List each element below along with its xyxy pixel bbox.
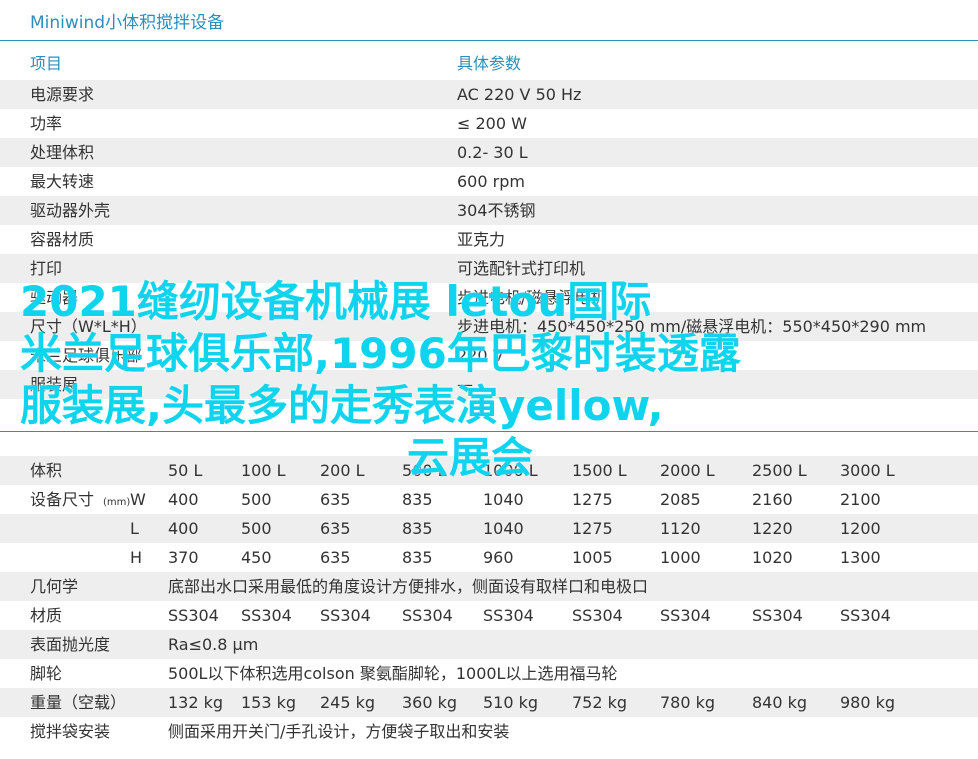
table-row: 处理体积 0.2- 30 L [0,138,978,167]
spec-value: ≤ 200 W [457,114,527,133]
value-cell: 1020 [752,548,793,567]
value-cell: 835 [402,519,433,538]
spec-value: 0.2- 30 L [457,143,528,162]
value-cell: SS304 [752,606,803,625]
row-label: 几何学 [30,577,79,596]
header-cell-item: 项目 [30,54,63,73]
table-row: 表面抛光度 Ra≤0.8 µm [0,630,978,659]
table-row: L 400 500 635 835 1040 1275 1120 1220 1200 [0,514,978,543]
table-row: 容器材质 亚克力 [0,225,978,254]
value-cell: SS304 [241,606,292,625]
row-label: 表面抛光度 [30,635,111,654]
value-cell: 1040 [483,490,524,509]
value-cell: 835 [402,490,433,509]
value-cell: SS304 [660,606,711,625]
table-row: 设备尺寸 (mm) W 400 500 635 835 1040 1275 2085 2160 210… [0,485,978,514]
overlay-line: 云展会 [406,433,533,482]
value-cell: 1000 [660,548,701,567]
overlay-line: 服装展,头最多的走秀表演yellow, [20,381,664,430]
value-cell: 635 [320,519,351,538]
value-cell: SS304 [168,606,219,625]
spec-value: 304不锈钢 [457,201,536,220]
title-divider [0,40,978,41]
table-row: 材质 SS304 SS304 SS304 SS304 SS304 SS304 SS304 SS3… [0,601,978,630]
value-cell: 400 [168,519,199,538]
value-cell: SS304 [572,606,623,625]
value-cell: 1220 [752,519,793,538]
value-cell: SS304 [840,606,891,625]
value-cell: 835 [402,548,433,567]
dimension-label: H [130,548,143,567]
overlay-banner: 2021缝纫设备机械展 letou国际 米兰足球俱乐部,1996年巴黎时装透露 … [20,276,880,484]
value-cell: 400 [168,490,199,509]
value-cell: 360 kg [402,693,458,712]
value-cell: 245 kg [320,693,376,712]
row-label: 设备尺寸 [30,490,95,509]
value-cell: 1300 [840,548,881,567]
value-cell: 2085 [660,490,701,509]
value-cell: SS304 [402,606,453,625]
value-cell: 752 kg [572,693,628,712]
table-row: 功率 ≤ 200 W [0,109,978,138]
table-row: 搅拌袋安装 侧面采用开关门/手孔设计，方便袋子取出和安装 [0,717,978,746]
spec-value: AC 220 V 50 Hz [457,85,582,104]
value-cell: 1040 [483,519,524,538]
row-text: 侧面采用开关门/手孔设计，方便袋子取出和安装 [168,722,510,741]
row-label: 搅拌袋安装 [30,722,111,741]
value-cell: SS304 [320,606,371,625]
value-cell: 1275 [572,490,613,509]
table-row: 脚轮 500L以下体积选用colson 聚氨酯脚轮，1000L以上选用福马轮 [0,659,978,688]
spec-value: 600 rpm [457,172,525,191]
value-cell: 2160 [752,490,793,509]
value-cell: 1275 [572,519,613,538]
spec-label: 容器材质 [30,230,95,249]
value-cell: 153 kg [241,693,297,712]
table-row: 最大转速 600 rpm [0,167,978,196]
value-cell: 500 [241,490,272,509]
value-cell: 960 [483,548,514,567]
table-row: 电源要求 AC 220 V 50 Hz [0,80,978,109]
table-row: H 370 450 635 835 960 1005 1000 1020 1300 [0,543,978,572]
value-cell: 450 [241,548,272,567]
row-text: 底部出水口采用最低的角度设计方便排水，侧面设有取样口和电极口 [168,577,649,596]
row-text: Ra≤0.8 µm [168,635,259,654]
row-label: 材质 [30,606,63,625]
spec-label: 电源要求 [30,85,95,104]
value-cell: 635 [320,490,351,509]
value-cell: 1005 [572,548,613,567]
value-cell: 840 kg [752,693,808,712]
value-cell: 370 [168,548,199,567]
spec-value: 亚克力 [457,230,506,249]
table-row: 重量（空载） 132 kg 153 kg 245 kg 360 kg 510 kg 752 … [0,688,978,717]
dimension-label: L [130,519,139,538]
overlay-line: 米兰足球俱乐部,1996年巴黎时装透露 [20,329,741,378]
table-row: 几何学 底部出水口采用最低的角度设计方便排水，侧面设有取样口和电极口 [0,572,978,601]
dimension-label: W [130,490,146,509]
document-title: Miniwind小体积搅拌设备 [30,13,225,33]
value-cell: 510 kg [483,693,539,712]
value-cell: 2100 [840,490,881,509]
overlay-line: 2021缝纫设备机械展 letou国际 [20,277,652,326]
value-cell: 635 [320,548,351,567]
value-cell: 1200 [840,519,881,538]
spec-label: 功率 [30,114,63,133]
value-cell: 1120 [660,519,701,538]
unit-label: (mm) [103,497,131,508]
value-cell: SS304 [483,606,534,625]
spec-label: 处理体积 [30,143,95,162]
row-text: 500L以下体积选用colson 聚氨酯脚轮，1000L以上选用福马轮 [168,664,618,683]
value-cell: 500 [241,519,272,538]
table-header: 项目 具体参数 [0,49,978,78]
table-row: 驱动器外壳 304不锈钢 [0,196,978,225]
spec-label: 驱动器外壳 [30,201,111,220]
value-cell: 780 kg [660,693,716,712]
header-cell-params: 具体参数 [457,54,522,73]
spec-label: 最大转速 [30,172,95,191]
row-label: 重量（空载） [30,693,127,712]
value-cell: 980 kg [840,693,896,712]
value-cell: 132 kg [168,693,224,712]
row-label: 脚轮 [30,664,63,683]
